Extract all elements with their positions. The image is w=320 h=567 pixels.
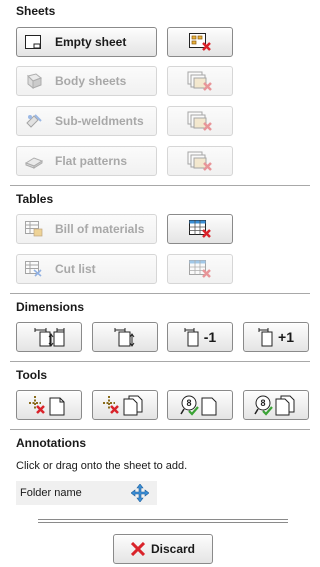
dimension-decrease-icon (184, 327, 200, 347)
clear-all-sheets-button[interactable] (92, 390, 158, 420)
close-icon (130, 542, 145, 556)
annotations-section-title: Annotations (16, 436, 86, 450)
tables-section-title: Tables (16, 192, 54, 206)
minus-one-label: -1 (203, 329, 217, 345)
delete-sub-weldments-button[interactable] (167, 106, 233, 136)
body-sheets-icon (25, 73, 43, 89)
sheets-divider (10, 185, 310, 186)
bill-of-materials-icon (25, 221, 43, 237)
clear-sheet-button[interactable] (16, 390, 82, 420)
body-sheets-label: Body sheets (55, 74, 127, 88)
clear-all-sheets-icon (103, 394, 147, 416)
delete-bill-of-materials-button[interactable] (167, 214, 233, 244)
renumber-sheet-icon: 8 (180, 394, 220, 416)
svg-text:8: 8 (260, 398, 265, 408)
dimension-single-icon (113, 327, 137, 347)
plus-one-label: +1 (278, 329, 294, 345)
dimension-current-button[interactable] (92, 322, 158, 352)
renumber-all-sheets-icon: 8 (254, 394, 298, 416)
dimension-plus-one-button[interactable]: +1 (243, 322, 309, 352)
body-sheets-button[interactable]: Body sheets (16, 66, 157, 96)
clear-sheet-icon (29, 394, 69, 416)
bill-of-materials-label: Bill of materials (55, 222, 145, 236)
cut-list-button[interactable]: Cut list (16, 254, 157, 284)
dimensions-section-title: Dimensions (16, 300, 85, 314)
tables-divider (10, 293, 310, 294)
empty-sheet-icon (25, 35, 41, 49)
discard-button[interactable]: Discard (113, 534, 213, 564)
renumber-all-sheets-button[interactable]: 8 (243, 390, 309, 420)
sub-weldments-label: Sub-weldments (55, 114, 144, 128)
delete-body-sheets-button[interactable] (167, 66, 233, 96)
flat-patterns-label: Flat patterns (55, 154, 128, 168)
renumber-sheet-button[interactable]: 8 (167, 390, 233, 420)
delete-cut-list-button[interactable] (167, 254, 233, 284)
empty-sheet-button[interactable]: Empty sheet (16, 27, 157, 57)
flat-patterns-button[interactable]: Flat patterns (16, 146, 157, 176)
delete-sub-weldments-icon (187, 111, 213, 131)
footer-divider-top (38, 519, 288, 520)
sheets-section-title: Sheets (16, 4, 56, 18)
move-icon[interactable] (131, 484, 149, 502)
flat-patterns-icon (25, 153, 43, 169)
delete-cut-list-icon (188, 259, 212, 279)
svg-text:8: 8 (186, 398, 191, 408)
dimension-minus-one-button[interactable]: -1 (167, 322, 233, 352)
footer-divider-bottom (38, 522, 288, 523)
dimension-both-icon (32, 327, 66, 347)
dimension-all-button[interactable] (16, 322, 82, 352)
delete-body-sheets-icon (187, 71, 213, 91)
dimensions-divider (10, 361, 310, 362)
sub-weldments-button[interactable]: Sub-weldments (16, 106, 157, 136)
discard-label: Discard (150, 542, 196, 556)
delete-sheet-button[interactable] (167, 27, 233, 57)
delete-table-icon (188, 219, 212, 239)
delete-flat-patterns-button[interactable] (167, 146, 233, 176)
empty-sheet-label: Empty sheet (55, 35, 127, 49)
cut-list-icon (25, 261, 43, 277)
folder-name-label: Folder name (20, 487, 82, 499)
bill-of-materials-button[interactable]: Bill of materials (16, 214, 157, 244)
cut-list-label: Cut list (55, 262, 96, 276)
delete-sheet-icon (188, 32, 212, 52)
tools-divider (10, 429, 310, 430)
annotations-hint: Click or drag onto the sheet to add. (16, 460, 188, 472)
tools-section-title: Tools (16, 368, 48, 382)
dimension-increase-icon (258, 327, 274, 347)
sub-weldments-icon (25, 113, 43, 129)
folder-name-annotation[interactable]: Folder name (16, 481, 157, 505)
delete-flat-patterns-icon (187, 151, 213, 171)
